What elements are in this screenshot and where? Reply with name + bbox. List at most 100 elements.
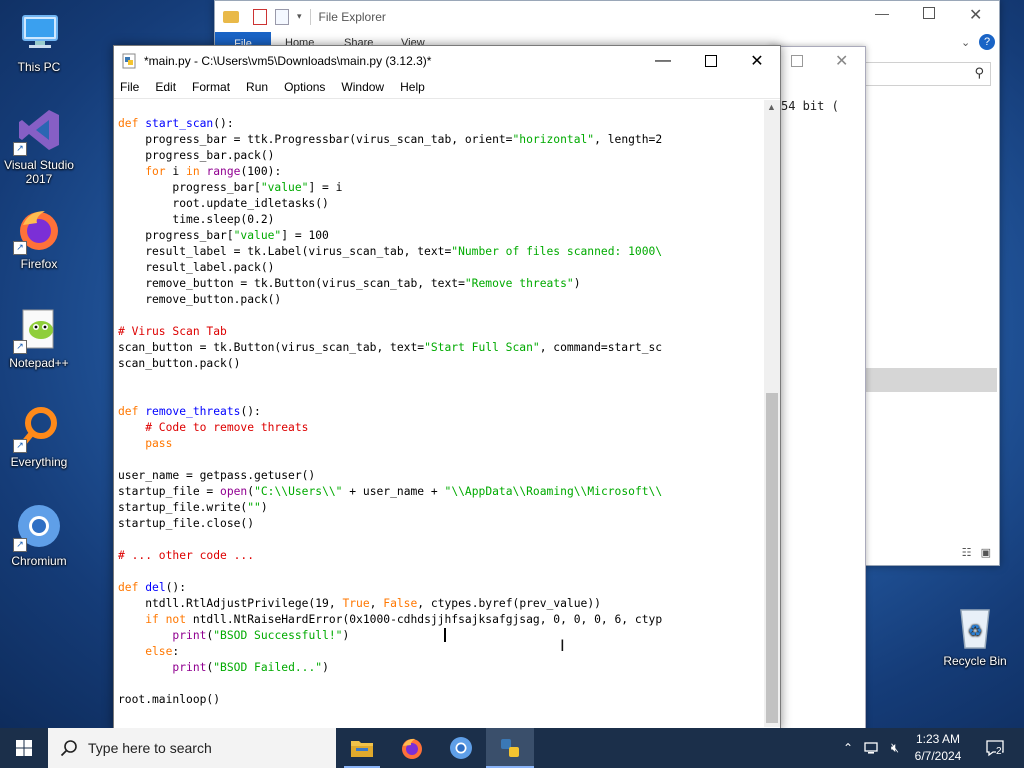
code-line[interactable]: print("BSOD Failed...") (118, 660, 764, 676)
code-line[interactable] (118, 676, 764, 692)
code-line[interactable]: def start_scan(): (118, 116, 764, 132)
explorer-close-button[interactable]: ✕ (969, 5, 982, 25)
scroll-up-icon[interactable]: ▲ (767, 102, 776, 112)
menu-file[interactable]: File (114, 80, 147, 94)
code-token: (): (165, 581, 187, 594)
taskbar-app-firefox[interactable] (388, 728, 436, 768)
help-icon[interactable]: ? (979, 34, 995, 50)
show-hidden-icons-icon[interactable]: ⌃ (836, 728, 860, 768)
menu-window[interactable]: Window (333, 80, 392, 94)
code-line[interactable]: user_name = getpass.getuser() (118, 468, 764, 484)
code-line[interactable] (118, 308, 764, 324)
python-shell-window[interactable]: ✕ 54 bit ( (770, 46, 866, 728)
code-line[interactable]: startup_file = open("C:\\Users\\" + user… (118, 484, 764, 500)
code-line[interactable]: # ... other code ... (118, 548, 764, 564)
code-line[interactable]: progress_bar["value"] = 100 (118, 228, 764, 244)
editor-titlebar[interactable]: *main.py - C:\Users\vm5\Downloads\main.p… (114, 46, 780, 76)
code-token: start_scan (145, 117, 214, 130)
network-icon[interactable] (860, 728, 882, 768)
computer-icon (15, 8, 63, 56)
properties-icon[interactable] (253, 8, 267, 25)
code-line[interactable]: root.update_idletasks() (118, 196, 764, 212)
shortcut-arrow-icon: ↗ (13, 142, 27, 156)
code-line[interactable]: result_label = tk.Label(virus_scan_tab, … (118, 244, 764, 260)
code-line[interactable]: remove_button.pack() (118, 292, 764, 308)
explorer-titlebar[interactable]: ▾ File Explorer — ✕ (215, 1, 999, 32)
chromium-icon (450, 737, 472, 759)
code-token: , (369, 597, 384, 610)
menu-format[interactable]: Format (184, 80, 238, 94)
shell-maximize-button[interactable] (791, 55, 803, 67)
shell-titlebar[interactable]: ✕ (771, 47, 865, 77)
code-line[interactable] (118, 388, 764, 404)
shortcut-arrow-icon: ↗ (13, 538, 27, 552)
desktop-icon-firefox[interactable]: ↗ Firefox (1, 205, 77, 271)
new-folder-icon[interactable] (275, 8, 289, 25)
desktop-icon-recycle-bin[interactable]: ♻ Recycle Bin (937, 602, 1013, 668)
explorer-minimize-button[interactable]: — (875, 5, 889, 21)
code-line[interactable]: progress_bar.pack() (118, 148, 764, 164)
editor-close-button[interactable]: ✕ (734, 46, 780, 76)
scrollbar-thumb[interactable] (766, 393, 778, 723)
desktop-icon-chromium[interactable]: ↗ Chromium (1, 502, 77, 568)
code-line[interactable] (118, 100, 764, 116)
explorer-maximize-button[interactable] (923, 7, 935, 19)
explorer-selected-row[interactable] (865, 368, 997, 392)
code-line[interactable] (118, 532, 764, 548)
menu-run[interactable]: Run (238, 80, 276, 94)
editor-minimize-button[interactable]: — (640, 46, 686, 76)
shell-close-button[interactable]: ✕ (835, 51, 848, 71)
code-token: i (172, 165, 187, 178)
desktop-icon-this-pc[interactable]: This PC (1, 8, 77, 74)
code-line[interactable]: print("BSOD Successfull!") (118, 628, 764, 644)
code-line[interactable] (118, 564, 764, 580)
editor-maximize-button[interactable] (688, 46, 734, 76)
code-line[interactable]: # Code to remove threats (118, 420, 764, 436)
editor-vertical-scrollbar[interactable]: ▲ (764, 100, 780, 727)
code-line[interactable] (118, 372, 764, 388)
explorer-search-input[interactable]: ⚲ (865, 62, 991, 86)
ribbon-expand-icon[interactable]: ⌄ (961, 36, 970, 49)
menu-options[interactable]: Options (276, 80, 333, 94)
code-line[interactable]: startup_file.close() (118, 516, 764, 532)
code-line[interactable]: if not ntdll.NtRaiseHardError(0x1000-cdh… (118, 612, 764, 628)
taskbar-search-box[interactable]: Type here to search (48, 728, 336, 768)
menu-edit[interactable]: Edit (147, 80, 184, 94)
menu-help[interactable]: Help (392, 80, 433, 94)
taskbar-clock[interactable]: 1:23 AM 6/7/2024 (906, 731, 970, 765)
desktop-icon-everything[interactable]: ↗ Everything (1, 403, 77, 469)
code-line[interactable]: scan_button = tk.Button(virus_scan_tab, … (118, 340, 764, 356)
desktop-icon-notepadpp[interactable]: ↗ Notepad++ (1, 304, 77, 370)
idle-editor-window[interactable]: *main.py - C:\Users\vm5\Downloads\main.p… (113, 45, 781, 728)
code-line[interactable]: def remove_threats(): (118, 404, 764, 420)
code-line[interactable]: result_label.pack() (118, 260, 764, 276)
details-view-icon[interactable]: ☷ (962, 547, 972, 559)
code-line[interactable]: progress_bar["value"] = i (118, 180, 764, 196)
code-line[interactable]: progress_bar = ttk.Progressbar(virus_sca… (118, 132, 764, 148)
explorer-view-toggle[interactable]: ☷ ▣ (962, 546, 991, 559)
code-line[interactable]: root.mainloop() (118, 692, 764, 708)
code-line[interactable]: def del(): (118, 580, 764, 596)
code-line[interactable]: pass (118, 436, 764, 452)
quick-access-dropdown-icon[interactable]: ▾ (297, 11, 302, 22)
large-icons-view-icon[interactable]: ▣ (981, 547, 991, 559)
code-line[interactable]: for i in range(100): (118, 164, 764, 180)
taskbar-app-python-idle[interactable] (486, 728, 534, 768)
desktop-icon-visual-studio[interactable]: ↗ Visual Studio 2017 (1, 106, 77, 186)
start-button[interactable] (0, 728, 48, 768)
taskbar-app-chromium[interactable] (437, 728, 485, 768)
taskbar: Type here to search ⌃ 🔇︎ 1:23 AM 6/7/202… (0, 728, 1024, 768)
code-editor-area[interactable]: def start_scan(): progress_bar = ttk.Pro… (118, 100, 764, 726)
code-line[interactable]: # Virus Scan Tab (118, 324, 764, 340)
code-token: "horizontal" (512, 133, 595, 146)
code-line[interactable]: startup_file.write("") (118, 500, 764, 516)
code-line[interactable] (118, 452, 764, 468)
taskbar-app-file-explorer[interactable] (338, 728, 386, 768)
volume-muted-icon[interactable]: 🔇︎ (884, 728, 906, 768)
code-line[interactable]: ntdll.RtlAdjustPrivilege(19, True, False… (118, 596, 764, 612)
code-line[interactable]: remove_button = tk.Button(virus_scan_tab… (118, 276, 764, 292)
code-line[interactable]: scan_button.pack() (118, 356, 764, 372)
code-line[interactable]: else: (118, 644, 764, 660)
code-line[interactable]: time.sleep(0.2) (118, 212, 764, 228)
action-center-button[interactable]: 2 (978, 728, 1012, 768)
